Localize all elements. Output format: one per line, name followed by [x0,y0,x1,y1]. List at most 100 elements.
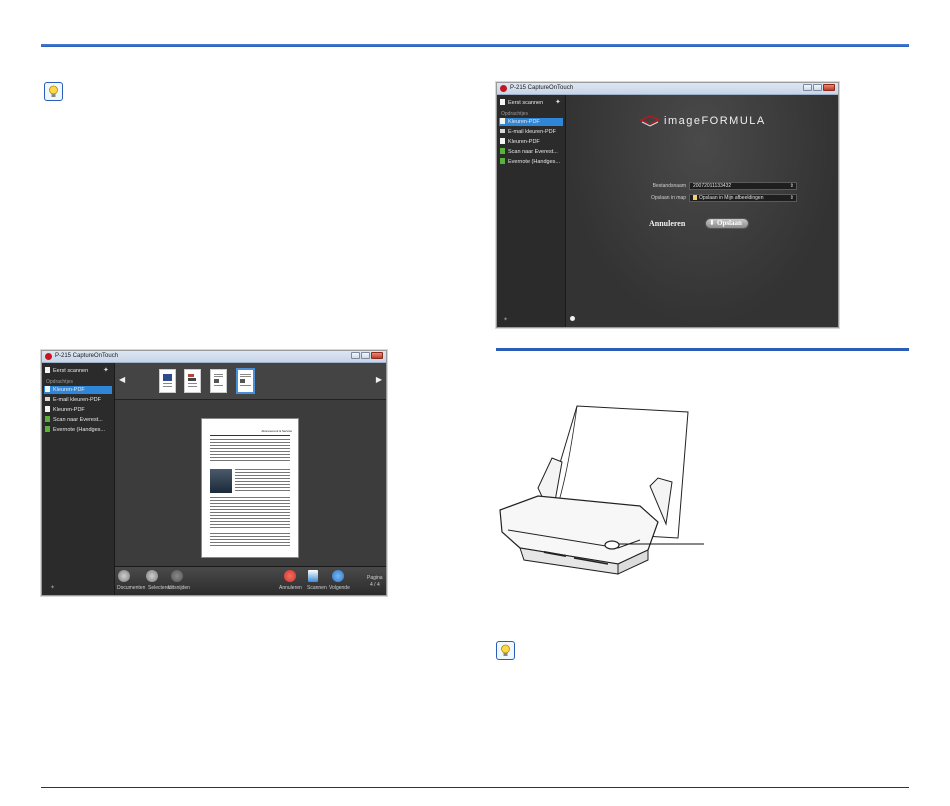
document-icon [500,99,505,105]
sidebar-item-email-pdf[interactable]: E-mail kleuren-PDF [500,128,556,136]
sidebar-quick-scan[interactable]: Eerst scannen [500,99,543,107]
close-button[interactable] [371,352,383,359]
page-preview[interactable]: Abonnement & Service [201,418,299,558]
rotate-icon[interactable] [118,570,130,582]
sidebar: Eerst scannen ✦ Opdrachtjes Kleuren-PDF … [497,95,566,327]
tool-label: Annuleren [279,585,302,591]
settings-gear-icon[interactable]: ✦ [103,367,109,374]
sidebar-item-label: Kleuren-PDF [53,407,85,413]
sidebar-item-label: Evernote (Handges... [53,427,105,433]
save-button[interactable]: ⬇ Opslaan [705,218,749,229]
doc-rule [210,435,290,436]
sidebar-item-evernote-hand[interactable]: Evernote (Handges... [500,158,560,166]
evernote-icon [500,148,505,154]
sidebar-item-scan-evernote[interactable]: Scan naar Everest... [500,148,558,156]
doc-text-block [235,469,290,493]
scanner-illustration [499,405,704,575]
preview-window: P-215 CaptureOnTouch Eerst scannen ✦ Opd… [41,350,387,596]
folder-icon [693,195,697,200]
minimize-button[interactable] [351,352,360,359]
add-icon[interactable]: ✦ [50,585,55,592]
sidebar-item-kleuren-pdf-2[interactable]: Kleuren-PDF [500,138,540,146]
pdf-icon [500,118,505,124]
sidebar-item-label: E-mail kleuren-PDF [53,397,101,403]
tip-lightbulb-icon [496,641,515,660]
close-button[interactable] [823,84,835,91]
app-icon [45,353,52,360]
status-indicator-icon [570,316,575,321]
sidebar-section-label: Opdrachtjes [501,111,528,117]
tool-label: Volgende [329,585,350,591]
cancel-button[interactable]: Annuleren [649,219,685,228]
cancel-icon[interactable] [284,570,296,582]
doc-image [210,469,232,493]
tool-label: Uitsnijden [168,585,190,591]
page-thumbnail-2[interactable] [184,369,201,393]
next-icon[interactable] [332,570,344,582]
sidebar-item-kleuren-pdf[interactable]: Kleuren-PDF [45,386,85,394]
evernote-icon [45,416,50,422]
add-icon[interactable]: ✦ [503,317,508,324]
pdf-icon [45,406,50,412]
page-label: Pagina [367,575,383,581]
sidebar-item-label: E-mail kleuren-PDF [508,129,556,135]
mail-icon [45,397,50,401]
title-bar: P-215 CaptureOnTouch [497,83,838,95]
start-button-icon [604,540,620,550]
sidebar-item-kleuren-pdf[interactable]: Kleuren-PDF [500,118,540,126]
tool-label: Scannen [307,585,327,591]
sidebar-item-evernote-hand[interactable]: Evernote (Handges... [45,426,105,434]
sidebar-item-label: Eerst scannen [508,100,544,106]
footer-rule [41,787,909,788]
app-icon [500,85,507,92]
window-title: P-215 CaptureOnTouch [55,353,119,359]
download-icon: ⬇ [709,219,715,227]
saveto-select[interactable]: Opslaan in Mijn afbeeldingen ⇕ [689,194,797,202]
select-icon[interactable] [146,570,158,582]
sidebar-quick-scan[interactable]: Eerst scannen [45,367,88,375]
imageformula-logo: imageFORMULA [664,115,766,127]
sidebar: Eerst scannen ✦ Opdrachtjes Kleuren-PDF … [42,363,115,595]
sidebar-item-email-pdf[interactable]: E-mail kleuren-PDF [45,396,101,404]
maximize-button[interactable] [813,84,822,91]
save-button-label: Opslaan [717,219,742,227]
filename-label: Bestandsnaam [652,183,686,189]
sidebar-item-kleuren-pdf-2[interactable]: Kleuren-PDF [45,406,85,414]
sidebar-section-label: Opdrachtjes [46,379,73,385]
section-rule [496,348,909,351]
page-thumbnail-1[interactable] [159,369,176,393]
sidebar-item-scan-evernote[interactable]: Scan naar Everest... [45,416,103,424]
doc-heading: Abonnement & Service [261,429,292,433]
saveto-value: Opslaan in Mijn afbeeldingen [699,195,764,201]
toolbar: Documenten Selecteren Uitsnijden Annuler… [115,566,386,595]
next-arrow-icon[interactable]: ▶ [376,376,382,384]
spinner-icon: ⇕ [789,183,794,189]
evernote-icon [500,158,505,164]
page-thumbnail-3[interactable] [210,369,227,393]
evernote-icon [45,426,50,432]
previous-arrow-icon[interactable]: ◀ [119,376,125,384]
filename-input[interactable]: 20072011133432 ⇕ [689,182,797,190]
crop-icon[interactable] [171,570,183,582]
sidebar-item-label: Kleuren-PDF [508,119,540,125]
saveto-label: Opslaan in map [650,195,686,201]
pdf-icon [45,386,50,392]
page-indicator: 4 / 4 [370,582,380,588]
window-title: P-215 CaptureOnTouch [510,85,574,91]
sidebar-item-label: Scan naar Everest... [508,149,558,155]
tip-lightbulb-icon [44,82,63,101]
settings-gear-icon[interactable]: ✦ [555,99,561,106]
page-thumbnail-4[interactable] [236,368,255,394]
filename-value: 20072011133432 [693,183,732,189]
minimize-button[interactable] [803,84,812,91]
sidebar-item-label: Kleuren-PDF [53,387,85,393]
maximize-button[interactable] [361,352,370,359]
spinner-icon: ⇕ [789,195,794,201]
header-rule [41,44,909,47]
doc-text-block [210,533,290,547]
scan-icon[interactable] [308,570,318,582]
doc-text-block [210,439,290,463]
preview-panel: ◀ ▶ Abonnement & Service Documenten Sele… [115,363,386,595]
sidebar-item-label: Eerst scannen [53,368,89,374]
doc-text-block [210,497,290,529]
